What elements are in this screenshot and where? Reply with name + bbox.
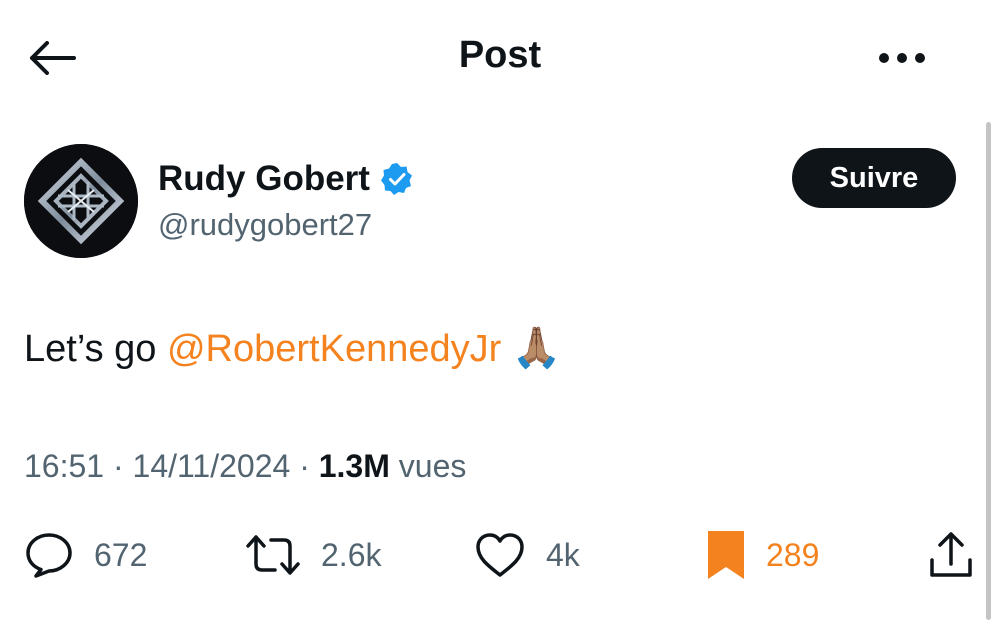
repost-count: 2.6k — [321, 536, 382, 573]
views-label: vues — [398, 448, 467, 484]
reply-count: 672 — [94, 536, 148, 573]
post-text-prefix: Let’s go — [24, 328, 167, 370]
top-bar: Post — [0, 0, 1000, 115]
post-mention-link[interactable]: @RobertKennedyJr — [167, 328, 501, 370]
post-date[interactable]: 14/11/2024 — [133, 448, 291, 484]
bookmark-button[interactable]: 289 — [706, 525, 819, 585]
post-metadata: 16:51 · 14/11/2024 · 1.3M vues — [24, 448, 466, 485]
post-text: Let’s go @RobertKennedyJr 🙏🏽 — [24, 324, 562, 371]
repost-icon — [246, 535, 300, 575]
post-emoji: 🙏🏽 — [511, 326, 562, 370]
author-handle[interactable]: @rudygobert27 — [158, 207, 372, 243]
reply-icon — [26, 533, 72, 578]
like-icon — [476, 533, 524, 577]
more-dots-icon — [879, 53, 925, 63]
verified-badge-icon — [380, 163, 412, 195]
share-icon — [930, 532, 972, 577]
bookmark-icon — [708, 531, 744, 579]
page-title: Post — [458, 34, 542, 76]
separator-dot: · — [299, 448, 319, 484]
separator-dot: · — [112, 448, 133, 484]
follow-button[interactable]: Suivre — [792, 148, 956, 208]
more-options-button[interactable] — [872, 38, 932, 78]
reply-button[interactable]: 672 — [24, 525, 147, 585]
repost-button[interactable]: 2.6k — [245, 525, 381, 585]
like-count: 4k — [546, 536, 580, 573]
bookmark-count: 289 — [766, 536, 820, 573]
author-name[interactable]: Rudy Gobert — [158, 159, 370, 199]
share-button[interactable] — [928, 525, 974, 585]
action-bar: 672 2.6k 4k 289 — [0, 525, 1000, 585]
avatar[interactable] — [24, 144, 138, 258]
post-time[interactable]: 16:51 — [24, 448, 104, 484]
like-button[interactable]: 4k — [474, 525, 580, 585]
author-name-row[interactable]: Rudy Gobert — [158, 156, 414, 202]
avatar-logo-icon — [24, 144, 138, 258]
views-count: 1.3M — [318, 448, 390, 484]
